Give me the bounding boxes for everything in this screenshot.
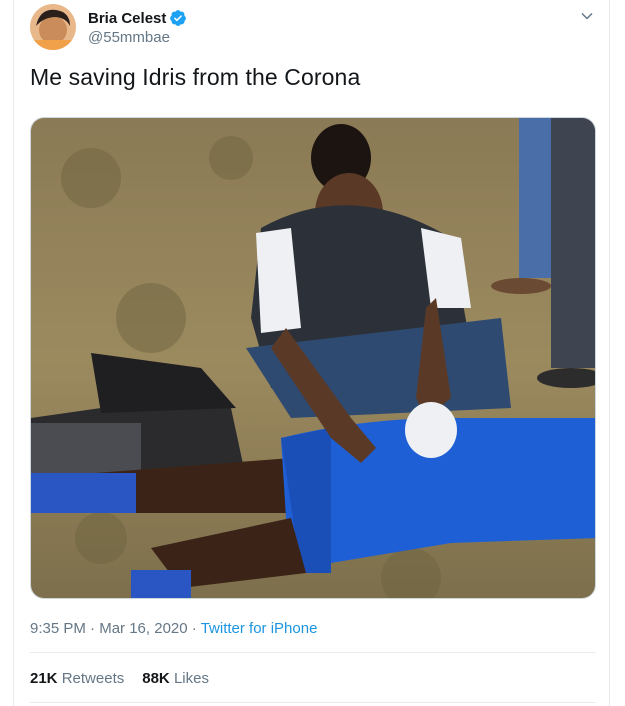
tweet-photo[interactable]	[30, 117, 596, 599]
divider	[30, 702, 596, 703]
meta-separator: ·	[191, 620, 197, 637]
tweet-source-link[interactable]: Twitter for iPhone	[201, 620, 318, 637]
retweets-count: 21K	[30, 670, 58, 687]
author-name-row[interactable]: Bria Celest	[88, 9, 187, 27]
retweets-stat[interactable]: 21K Retweets	[30, 670, 124, 687]
engagement-stats: 21K Retweets 88K Likes	[30, 670, 209, 687]
display-name[interactable]: Bria Celest	[88, 10, 166, 27]
retweets-label: Retweets	[61, 670, 125, 687]
tweet-time[interactable]: 9:35 PM	[30, 620, 86, 637]
avatar-image	[30, 4, 76, 50]
meta-separator: ·	[90, 620, 96, 637]
tweet-metadata: 9:35 PM · Mar 16, 2020 · Twitter for iPh…	[30, 620, 317, 637]
likes-stat[interactable]: 88K Likes	[142, 670, 209, 687]
user-handle[interactable]: @55mmbae	[88, 29, 170, 46]
chevron-down-icon[interactable]	[579, 8, 595, 24]
avatar[interactable]	[30, 4, 76, 50]
verified-badge-icon	[170, 10, 187, 26]
likes-label: Likes	[173, 670, 209, 687]
photo-scene	[31, 118, 595, 598]
tweet-date[interactable]: Mar 16, 2020	[99, 620, 187, 637]
likes-count: 88K	[142, 670, 170, 687]
tweet-card: Bria Celest @55mmbae Me saving Idris fro…	[13, 0, 610, 706]
divider	[30, 652, 596, 653]
tweet-text: Me saving Idris from the Corona	[30, 64, 361, 90]
